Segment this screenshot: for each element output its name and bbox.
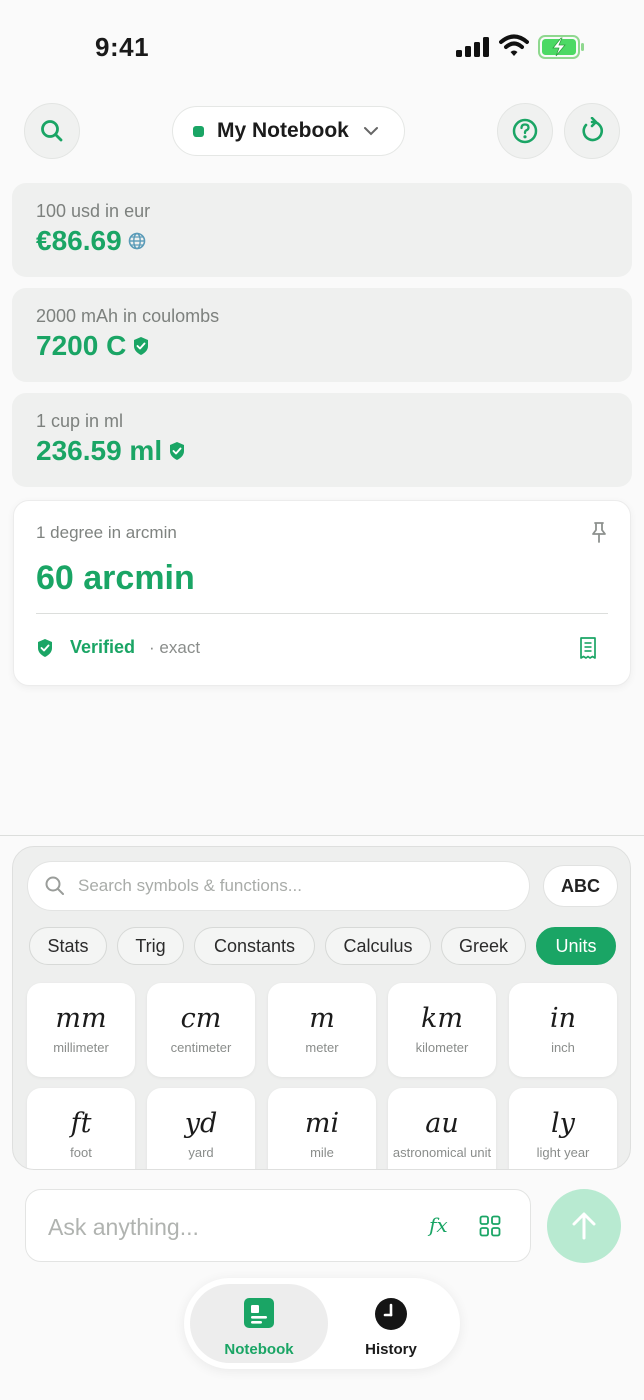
tab-label: Notebook [224, 1341, 294, 1358]
receipt-icon[interactable] [579, 637, 597, 659]
key-symbol: km [421, 1003, 463, 1034]
key-symbol: cm [180, 1003, 222, 1034]
active-result-value: 60 arcmin [36, 559, 195, 597]
help-button[interactable] [497, 103, 553, 159]
wifi-icon [499, 34, 529, 56]
chip-greek[interactable]: Greek [441, 927, 526, 965]
search-button[interactable] [24, 103, 80, 159]
result-query: 1 cup in ml [36, 411, 124, 431]
ask-input[interactable]: Ask anything... 𝑓x [25, 1189, 531, 1262]
key-astronomical-unit[interactable]: au astronomical unit [388, 1088, 496, 1169]
result-query: 100 usd in eur [36, 201, 151, 221]
grid-icon[interactable] [479, 1215, 501, 1237]
key-name: meter [305, 1040, 339, 1055]
chip-calculus[interactable]: Calculus [325, 927, 431, 965]
verified-shield-icon [38, 638, 52, 657]
result-card[interactable]: 2000 mAh in coulombs 7200 C [12, 288, 632, 382]
chevron-down-icon [363, 127, 378, 136]
key-name: millimeter [53, 1040, 109, 1055]
key-mile[interactable]: mi mile [268, 1088, 376, 1169]
key-symbol: mm [55, 1003, 107, 1034]
key-name: centimeter [170, 1040, 232, 1055]
chip-constants[interactable]: Constants [194, 927, 315, 965]
key-yard[interactable]: yd yard [147, 1088, 255, 1169]
chip-trig[interactable]: Trig [117, 927, 184, 965]
notebook-icon [244, 1298, 274, 1328]
notebook-color-dot [193, 125, 204, 137]
signal-icon [456, 37, 489, 57]
key-name: astronomical unit [392, 1145, 492, 1160]
key-symbol: ly [551, 1108, 575, 1139]
key-symbol: ft [70, 1108, 92, 1139]
result-value: 7200 C [36, 330, 127, 361]
tab-bar: Notebook History [184, 1278, 460, 1369]
arrow-up-icon [572, 1212, 596, 1240]
key-name: mile [310, 1145, 334, 1160]
status-time: 9:41 [95, 32, 150, 62]
key-name: foot [70, 1145, 92, 1160]
key-symbol: au [425, 1108, 459, 1139]
result-card[interactable]: 100 usd in eur €86.69 [12, 183, 632, 277]
notebook-selector[interactable]: My Notebook [172, 106, 405, 156]
clock-icon [375, 1298, 407, 1330]
key-symbol: mi [304, 1108, 340, 1139]
result-value: 236.59 ml [36, 435, 163, 466]
key-name: kilometer [415, 1040, 469, 1055]
key-symbol: in [549, 1003, 577, 1034]
result-card[interactable]: 1 cup in ml 236.59 ml [12, 393, 632, 487]
section-divider [0, 835, 644, 836]
status-bar: 9:41 [0, 0, 644, 96]
key-symbol: yd [184, 1108, 218, 1139]
key-symbol: m [309, 1003, 335, 1034]
battery-icon [538, 35, 584, 59]
search-icon [45, 876, 64, 895]
key-name: light year [536, 1145, 590, 1160]
header: My Notebook [0, 103, 644, 159]
help-icon [512, 118, 538, 144]
key-light-year[interactable]: ly light year [509, 1088, 617, 1169]
key-kilometer[interactable]: km kilometer [388, 983, 496, 1077]
verified-shield-icon [170, 442, 185, 460]
symbol-search-input[interactable]: Search symbols & functions... [27, 861, 530, 911]
verified-shield-icon [134, 337, 149, 355]
result-query: 2000 mAh in coulombs [36, 306, 220, 326]
key-foot[interactable]: ft foot [27, 1088, 135, 1169]
symbol-keyboard: Search symbols & functions... ABC Stats … [12, 846, 631, 1170]
result-value: €86.69 [36, 225, 122, 256]
key-inch[interactable]: in inch [509, 983, 617, 1077]
chip-stats[interactable]: Stats [29, 927, 107, 965]
key-meter[interactable]: m meter [268, 983, 376, 1077]
function-icon[interactable]: 𝑓x [429, 1213, 448, 1237]
key-name: inch [551, 1040, 575, 1055]
refresh-icon [582, 117, 604, 142]
verified-label: Verified [70, 637, 136, 657]
abc-button[interactable]: ABC [543, 865, 618, 907]
tab-history[interactable]: History [328, 1284, 454, 1363]
tab-label: History [365, 1341, 417, 1358]
tab-notebook[interactable]: Notebook [190, 1284, 328, 1363]
symbol-search-placeholder: Search symbols & functions... [78, 876, 302, 895]
active-result-query: 1 degree in arcmin [36, 523, 177, 542]
search-icon [41, 120, 63, 142]
notebook-title: My Notebook [217, 119, 349, 142]
send-button[interactable] [547, 1189, 621, 1263]
divider [36, 613, 608, 614]
verification-detail: · exact [149, 637, 201, 657]
pin-icon[interactable] [590, 521, 608, 545]
globe-icon [128, 232, 145, 250]
chip-units[interactable]: Units [536, 927, 616, 965]
key-centimeter[interactable]: cm centimeter [147, 983, 255, 1077]
key-name: yard [188, 1145, 214, 1160]
active-result-card[interactable]: 1 degree in arcmin 60 arcmin Verified · … [13, 500, 631, 686]
ask-input-placeholder: Ask anything... [48, 1214, 199, 1240]
reset-button[interactable] [564, 103, 620, 159]
key-millimeter[interactable]: mm millimeter [27, 983, 135, 1077]
verification-status: Verified · exact [36, 637, 200, 658]
